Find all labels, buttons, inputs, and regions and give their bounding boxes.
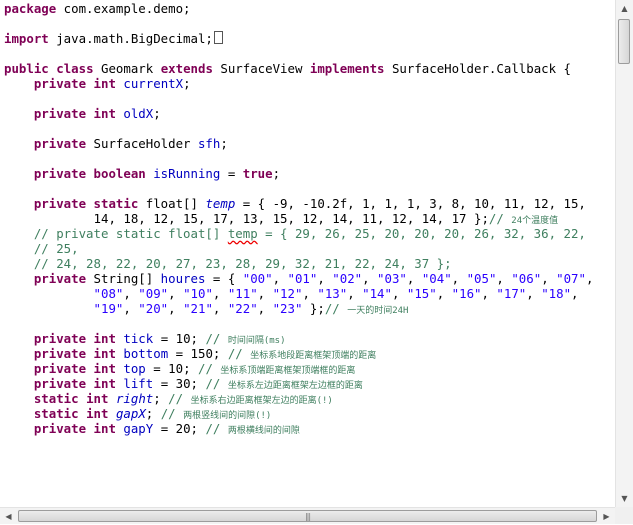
code-line-oldX: private int oldX; — [33, 106, 161, 121]
code-line-isRunning: private boolean isRunning = true; — [33, 166, 281, 181]
scroll-right-arrow-icon[interactable]: ▶ — [598, 508, 615, 525]
code-line-tick: private int tick = 10; // 时间间隔(ms) — [33, 331, 286, 346]
scroll-grip-icon: ||| — [304, 511, 311, 521]
scroll-left-arrow-icon[interactable]: ◀ — [0, 508, 17, 525]
collapsed-imports-icon[interactable] — [213, 31, 223, 44]
code-line-houres: private String[] houres = { "00", "01", … — [33, 271, 594, 286]
code-line-gapX: static int gapX; // 两根竖线间的间隙(!) — [33, 406, 272, 421]
horizontal-scrollbar[interactable]: ◀ ||| ▶ — [0, 507, 615, 524]
scrollbar-corner — [615, 507, 633, 524]
code-line-currentX: private int currentX; — [33, 76, 191, 91]
code-line-temp-cont: 14, 18, 12, 15, 17, 13, 15, 12, 14, 11, … — [93, 211, 559, 226]
code-line-bottom: private int bottom = 150; // 坐标系地段距离框架顶端… — [33, 346, 377, 361]
code-line-comment-25: // 25, — [33, 241, 79, 256]
horizontal-scroll-thumb[interactable]: ||| — [18, 510, 597, 522]
code-line-package: package com.example.demo; — [4, 1, 191, 16]
code-line-temp: private static float[] temp = { -9, -10.… — [33, 196, 586, 211]
scroll-up-arrow-icon[interactable]: ▲ — [616, 0, 633, 17]
vertical-scroll-thumb[interactable] — [618, 19, 630, 64]
vertical-scrollbar[interactable]: ▲ ▼ — [615, 0, 633, 507]
code-line-houres-cont1: "08", "09", "10", "11", "12", "13", "14"… — [93, 286, 579, 301]
code-line-top: private int top = 10; // 坐标系顶端距离框架顶端框的距离 — [33, 361, 356, 376]
code-line-comment-24: // 24, 28, 22, 20, 27, 23, 28, 29, 32, 2… — [33, 256, 452, 271]
code-line-lift: private int lift = 30; // 坐标系左边距离框架左边框的距… — [33, 376, 363, 391]
code-line-comment-temp: // private static float[] temp = { 29, 2… — [33, 226, 586, 241]
code-line-houres-cont2: "19", "20", "21", "22", "23" };// 一天的时间2… — [93, 301, 409, 316]
code-line-gapY: private int gapY = 20; // 两根横线间的间隙 — [33, 421, 300, 436]
code-line-right: static int right; // 坐标系右边距离框架左边的距离(!) — [33, 391, 333, 406]
code-editor[interactable]: package com.example.demo; import java.ma… — [0, 0, 615, 507]
code-line-class-decl: public class Geomark extends SurfaceView… — [4, 61, 571, 76]
code-line-import: import java.math.BigDecimal; — [4, 31, 223, 46]
code-line-sfh: private SurfaceHolder sfh; — [33, 136, 228, 151]
scroll-down-arrow-icon[interactable]: ▼ — [616, 490, 633, 507]
